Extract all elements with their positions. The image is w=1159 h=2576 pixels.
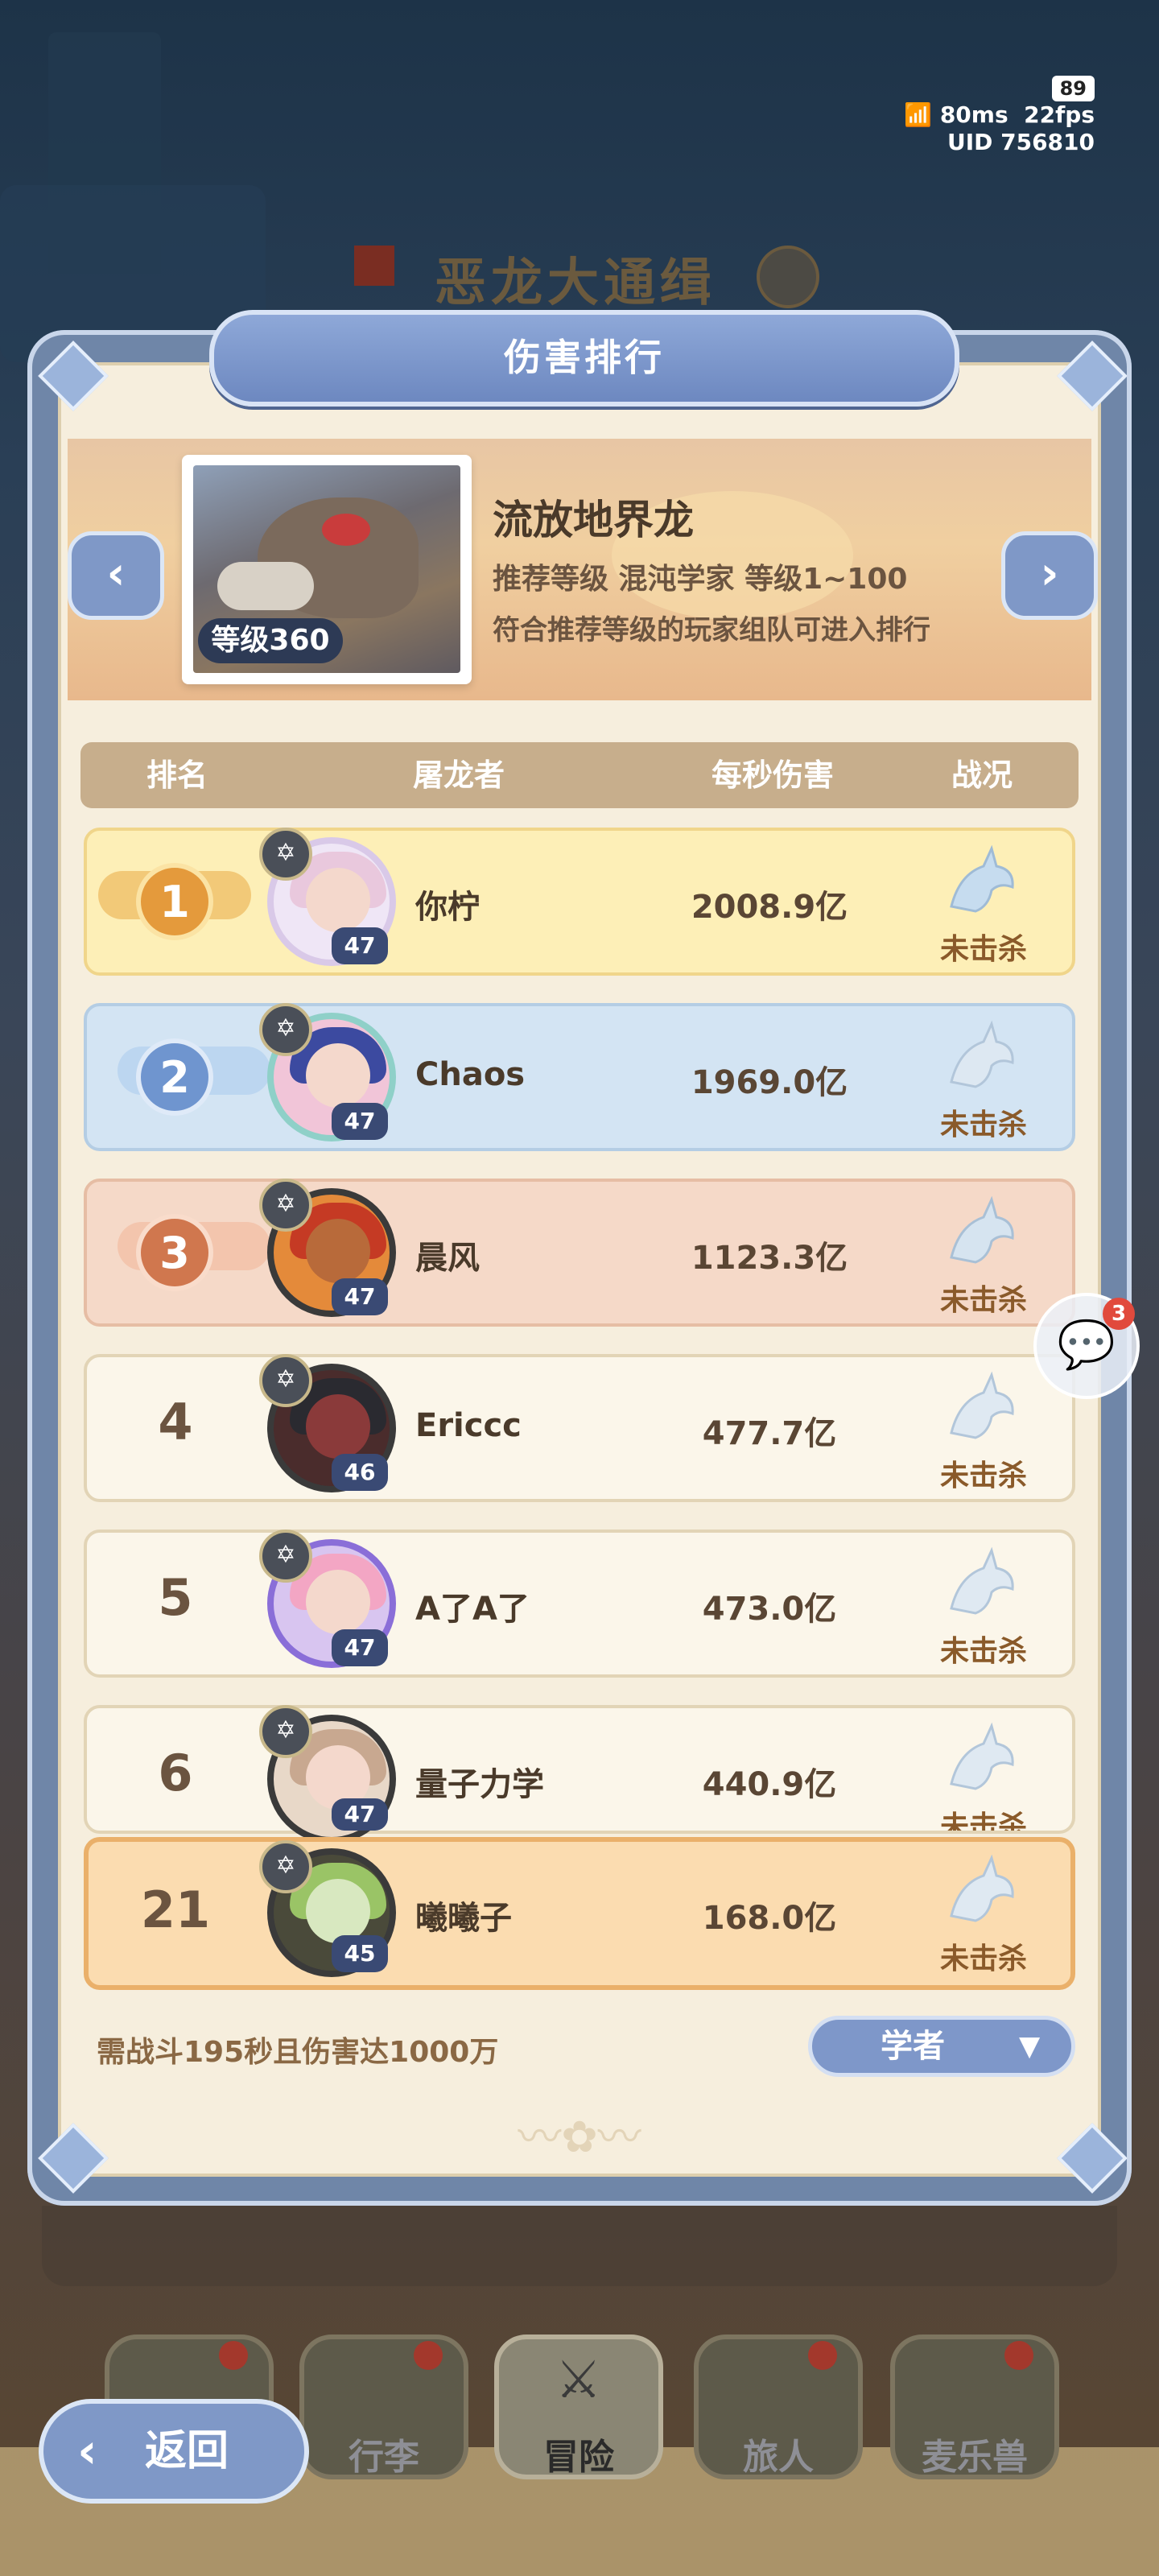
boss-condition: 符合推荐等级的玩家组队可进入排行 bbox=[493, 614, 930, 646]
notification-dot bbox=[219, 2341, 248, 2370]
player-dps: 477.7亿 bbox=[702, 1415, 837, 1452]
dragon-icon bbox=[950, 1854, 1014, 1922]
notification-dot bbox=[1004, 2341, 1033, 2370]
boss-level-badge: 等级360 bbox=[198, 618, 343, 663]
notification-dot bbox=[808, 2341, 837, 2370]
dragon-icon bbox=[950, 1195, 1014, 1264]
guild-emblem-icon: ✡ bbox=[259, 1840, 312, 1893]
wifi-icon: 📶 bbox=[904, 101, 933, 128]
panel-title: 伤害排行 bbox=[504, 336, 665, 379]
player-name: 晨风 bbox=[415, 1240, 480, 1277]
dragon-icon bbox=[950, 1371, 1014, 1439]
chevron-right-icon: › bbox=[1040, 547, 1059, 600]
player-dps: 1123.3亿 bbox=[691, 1240, 848, 1277]
header-status: 战况 bbox=[951, 758, 1013, 793]
info-icon bbox=[757, 246, 819, 308]
status-overlay: 89 📶 80ms 22fps UID 756810 bbox=[904, 74, 1095, 156]
player-name: A了A了 bbox=[415, 1591, 530, 1628]
next-boss-button[interactable]: › bbox=[1001, 531, 1098, 620]
chevron-left-icon: ‹ bbox=[77, 2423, 97, 2479]
player-name: 量子力学 bbox=[415, 1766, 544, 1803]
cat-ornament-icon: 〰✿〰 bbox=[518, 2112, 641, 2162]
prev-boss-button[interactable]: ‹ bbox=[68, 531, 164, 620]
requirement-text: 需战斗195秒且伤害达1000万 bbox=[97, 2036, 499, 2069]
kill-status: 未击杀 bbox=[939, 1810, 1027, 1831]
player-name: 曦曦子 bbox=[415, 1900, 512, 1937]
guild-emblem-icon: ✡ bbox=[259, 1705, 312, 1758]
player-level: 46 bbox=[332, 1454, 388, 1491]
guild-emblem-icon: ✡ bbox=[259, 1354, 312, 1407]
caret-down-icon: ▼ bbox=[1019, 2030, 1041, 2062]
guild-emblem-icon: ✡ bbox=[259, 1530, 312, 1583]
fps: 22fps bbox=[1024, 101, 1095, 128]
chevron-left-icon: ‹ bbox=[106, 547, 126, 600]
player-level: 47 bbox=[332, 927, 388, 964]
player-dps: 2008.9亿 bbox=[691, 889, 848, 926]
player-level: 47 bbox=[332, 1278, 388, 1315]
nav-pet-label: 麦乐兽 bbox=[922, 2437, 1028, 2478]
kill-status: 未击杀 bbox=[939, 1459, 1027, 1492]
rank-number: 4 bbox=[158, 1393, 193, 1451]
player-level: 45 bbox=[332, 1935, 388, 1972]
dragon-icon bbox=[950, 1722, 1014, 1790]
notification-dot bbox=[414, 2341, 443, 2370]
guild-emblem-icon: ✡ bbox=[259, 1179, 312, 1232]
background-flag-icon bbox=[354, 246, 394, 286]
dragon-icon bbox=[950, 844, 1014, 913]
background-title: 恶龙大通缉 bbox=[435, 254, 716, 313]
nav-luggage-label: 行李 bbox=[349, 2437, 419, 2478]
back-button-label: 返回 bbox=[145, 2427, 229, 2475]
class-filter-label: 学者 bbox=[881, 2028, 945, 2065]
guild-emblem-icon: ✡ bbox=[259, 1003, 312, 1056]
crossed-swords-icon: ⚔ bbox=[555, 2351, 602, 2410]
ping: 80ms bbox=[939, 101, 1008, 128]
underlying-panel bbox=[42, 2206, 1117, 2286]
player-dps: 1969.0亿 bbox=[691, 1064, 848, 1101]
dragon-icon bbox=[950, 1546, 1014, 1615]
player-level: 47 bbox=[332, 1629, 388, 1666]
kill-status: 未击杀 bbox=[939, 933, 1027, 966]
rank-number: 5 bbox=[158, 1568, 193, 1627]
player-name: Ericcc bbox=[415, 1407, 522, 1444]
dragon-icon bbox=[950, 1020, 1014, 1088]
kill-status: 未击杀 bbox=[939, 1942, 1027, 1975]
rank-medal-bronze: 3 bbox=[136, 1214, 213, 1291]
player-dps: 440.9亿 bbox=[702, 1766, 837, 1803]
nav-traveler-label: 旅人 bbox=[743, 2437, 814, 2478]
rank-medal-gold: 1 bbox=[136, 863, 213, 940]
header-dps: 每秒伤害 bbox=[711, 758, 834, 793]
player-dps: 168.0亿 bbox=[702, 1900, 837, 1937]
header-player: 屠龙者 bbox=[412, 758, 505, 793]
header-rank: 排名 bbox=[146, 758, 208, 793]
nav-adventure-label: 冒险 bbox=[543, 2437, 614, 2478]
boss-name: 流放地界龙 bbox=[493, 497, 694, 543]
player-level: 47 bbox=[332, 1798, 388, 1831]
player-name: Chaos bbox=[415, 1056, 526, 1093]
player-name: 你柠 bbox=[415, 889, 480, 926]
boss-recommend: 推荐等级 混沌学家 等级1~100 bbox=[493, 563, 908, 596]
kill-status: 未击杀 bbox=[939, 1108, 1027, 1141]
battery-indicator: 89 bbox=[1051, 76, 1095, 101]
rank-number: 6 bbox=[158, 1744, 193, 1802]
chat-badge: 3 bbox=[1103, 1298, 1135, 1330]
player-dps: 473.0亿 bbox=[702, 1591, 837, 1628]
kill-status: 未击杀 bbox=[939, 1635, 1027, 1668]
kill-status: 未击杀 bbox=[939, 1284, 1027, 1317]
rank-number: 21 bbox=[140, 1880, 211, 1939]
player-level: 47 bbox=[332, 1103, 388, 1140]
uid: UID 756810 bbox=[947, 129, 1095, 155]
rank-medal-silver: 2 bbox=[136, 1038, 213, 1116]
guild-emblem-icon: ✡ bbox=[259, 828, 312, 881]
